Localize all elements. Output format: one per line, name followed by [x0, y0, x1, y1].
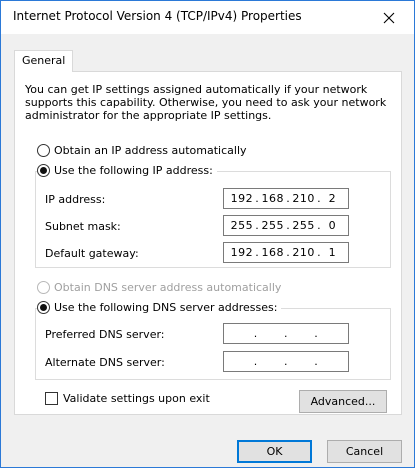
checkbox[interactable]	[45, 392, 58, 405]
close-icon	[383, 12, 395, 23]
default-gateway-input[interactable]: 192. 168. 210. 1	[223, 242, 349, 263]
subnet-mask-label: Subnet mask:	[45, 220, 121, 233]
default-gateway-label: Default gateway:	[45, 247, 139, 260]
close-button[interactable]	[366, 1, 412, 34]
alternate-dns-label: Alternate DNS server:	[45, 356, 165, 369]
tab-general[interactable]: General	[14, 50, 74, 72]
radio-use-following-ip[interactable]: Use the following IP address:	[37, 164, 217, 177]
radio-obtain-ip-auto[interactable]: Obtain an IP address automatically	[37, 144, 247, 157]
alternate-dns-input[interactable]: . . .	[223, 351, 349, 372]
checkbox-label: Validate settings upon exit	[63, 392, 210, 405]
general-panel: You can get IP settings assigned automat…	[14, 71, 402, 415]
window-title: Internet Protocol Version 4 (TCP/IPv4) P…	[13, 9, 302, 23]
radio-button[interactable]	[37, 144, 50, 157]
radio-label: Use the following IP address:	[54, 164, 213, 177]
radio-use-following-dns[interactable]: Use the following DNS server addresses:	[37, 301, 282, 314]
advanced-button[interactable]: Advanced...	[299, 390, 387, 413]
radio-button[interactable]	[37, 281, 50, 294]
cancel-button[interactable]: Cancel	[327, 440, 402, 463]
validate-settings-checkbox[interactable]: Validate settings upon exit	[45, 392, 210, 405]
description-text: You can get IP settings assigned automat…	[25, 83, 387, 122]
dialog-client: General You can get IP settings assigned…	[1, 34, 414, 467]
ip-address-input[interactable]: 192. 168. 210. 2	[223, 188, 349, 209]
title-bar: Internet Protocol Version 4 (TCP/IPv4) P…	[1, 1, 414, 34]
radio-label: Obtain DNS server address automatically	[54, 281, 282, 294]
radio-button[interactable]	[37, 164, 50, 177]
dialog-window: Internet Protocol Version 4 (TCP/IPv4) P…	[0, 0, 415, 468]
preferred-dns-input[interactable]: . . .	[223, 323, 349, 344]
preferred-dns-label: Preferred DNS server:	[45, 328, 165, 341]
ip-address-label: IP address:	[45, 193, 106, 206]
radio-button[interactable]	[37, 301, 50, 314]
ok-button[interactable]: OK	[237, 440, 312, 463]
radio-obtain-dns-auto[interactable]: Obtain DNS server address automatically	[37, 281, 281, 294]
subnet-mask-input[interactable]: 255. 255. 255. 0	[223, 215, 349, 236]
radio-label: Obtain an IP address automatically	[54, 144, 247, 157]
radio-label: Use the following DNS server addresses:	[54, 301, 278, 314]
